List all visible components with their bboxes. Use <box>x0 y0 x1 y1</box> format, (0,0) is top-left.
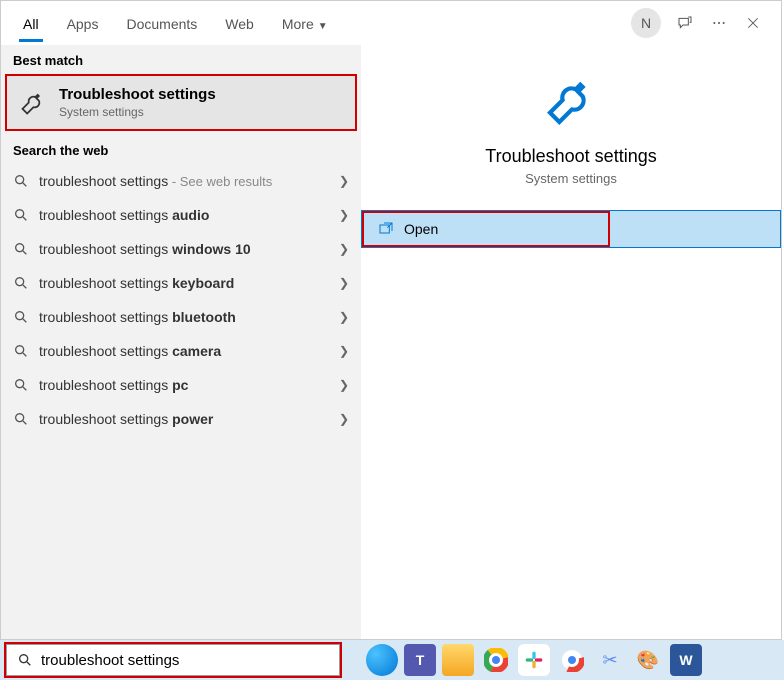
web-result[interactable]: troubleshoot settings bluetooth ❯ <box>1 300 361 334</box>
preview-subtitle: System settings <box>381 171 761 186</box>
close-button[interactable] <box>743 13 763 33</box>
chevron-right-icon: ❯ <box>339 378 349 392</box>
web-result-text: troubleshoot settings camera <box>39 343 329 359</box>
search-icon <box>13 241 29 257</box>
search-window: All Apps Documents Web More▼ N Best matc… <box>0 0 782 640</box>
search-icon <box>13 309 29 325</box>
tab-web[interactable]: Web <box>211 4 268 42</box>
best-match-text: Troubleshoot settings System settings <box>59 86 216 119</box>
taskbar-explorer-icon[interactable] <box>442 644 474 676</box>
results-panel: Best match Troubleshoot settings System … <box>1 45 361 639</box>
web-result-text: troubleshoot settings audio <box>39 207 329 223</box>
web-result-text: troubleshoot settings power <box>39 411 329 427</box>
taskbar-word-icon[interactable]: W <box>670 644 702 676</box>
more-options-icon[interactable] <box>709 13 729 33</box>
tab-all[interactable]: All <box>9 4 53 42</box>
chevron-right-icon: ❯ <box>339 242 349 256</box>
wrench-icon <box>543 73 599 129</box>
web-result[interactable]: troubleshoot settings keyboard ❯ <box>1 266 361 300</box>
open-icon <box>378 221 394 237</box>
search-web-label: Search the web <box>1 135 361 164</box>
web-result-text: troubleshoot settings bluetooth <box>39 309 329 325</box>
web-result-text: troubleshoot settings - See web results <box>39 173 329 189</box>
search-icon <box>13 377 29 393</box>
open-button[interactable]: Open <box>362 211 610 247</box>
chevron-right-icon: ❯ <box>339 208 349 222</box>
web-results-list: troubleshoot settings - See web results ❯… <box>1 164 361 436</box>
taskbar-paint-icon[interactable]: 🎨 <box>632 644 664 676</box>
taskbar-chrome2-icon[interactable] <box>556 644 588 676</box>
web-result[interactable]: troubleshoot settings audio ❯ <box>1 198 361 232</box>
best-match-subtitle: System settings <box>59 105 216 119</box>
web-result-text: troubleshoot settings windows 10 <box>39 241 329 257</box>
preview-title: Troubleshoot settings <box>381 146 761 167</box>
web-result[interactable]: troubleshoot settings - See web results ❯ <box>1 164 361 198</box>
search-icon <box>13 275 29 291</box>
best-match-title: Troubleshoot settings <box>59 86 216 103</box>
chevron-right-icon: ❯ <box>339 174 349 188</box>
action-spacer <box>610 211 780 247</box>
open-label: Open <box>404 221 438 237</box>
search-icon <box>13 343 29 359</box>
web-result[interactable]: troubleshoot settings power ❯ <box>1 402 361 436</box>
action-row: Open <box>361 210 781 248</box>
search-icon <box>13 173 29 189</box>
search-icon <box>13 207 29 223</box>
preview-panel: Troubleshoot settings System settings Op… <box>361 45 781 639</box>
tab-more[interactable]: More▼ <box>268 4 342 42</box>
web-result[interactable]: troubleshoot settings windows 10 ❯ <box>1 232 361 266</box>
web-result-text: troubleshoot settings pc <box>39 377 329 393</box>
best-match-result[interactable]: Troubleshoot settings System settings <box>5 74 357 131</box>
preview-header: Troubleshoot settings System settings <box>361 45 781 210</box>
tab-documents[interactable]: Documents <box>112 4 211 42</box>
chevron-down-icon: ▼ <box>318 21 328 32</box>
web-result[interactable]: troubleshoot settings camera ❯ <box>1 334 361 368</box>
wrench-icon <box>19 89 47 117</box>
taskbar: troubleshoot settings T ✂ 🎨 W <box>0 640 784 680</box>
chevron-right-icon: ❯ <box>339 310 349 324</box>
best-match-label: Best match <box>1 45 361 74</box>
taskbar-edge-icon[interactable] <box>366 644 398 676</box>
search-query: troubleshoot settings <box>41 652 179 669</box>
taskbar-chrome-icon[interactable] <box>480 644 512 676</box>
chevron-right-icon: ❯ <box>339 412 349 426</box>
chevron-right-icon: ❯ <box>339 344 349 358</box>
taskbar-apps: T ✂ 🎨 W <box>366 644 702 676</box>
search-icon <box>13 411 29 427</box>
search-icon <box>17 652 33 668</box>
web-result[interactable]: troubleshoot settings pc ❯ <box>1 368 361 402</box>
taskbar-search[interactable]: troubleshoot settings <box>6 644 340 676</box>
body: Best match Troubleshoot settings System … <box>1 45 781 639</box>
header: All Apps Documents Web More▼ N <box>1 1 781 45</box>
user-avatar[interactable]: N <box>631 8 661 38</box>
taskbar-teams-icon[interactable]: T <box>404 644 436 676</box>
web-result-text: troubleshoot settings keyboard <box>39 275 329 291</box>
chevron-right-icon: ❯ <box>339 276 349 290</box>
taskbar-snip-icon[interactable]: ✂ <box>594 644 626 676</box>
header-actions: N <box>631 8 773 38</box>
feedback-icon[interactable] <box>675 13 695 33</box>
tab-apps[interactable]: Apps <box>53 4 113 42</box>
filter-tabs: All Apps Documents Web More▼ <box>9 4 342 42</box>
taskbar-slack-icon[interactable] <box>518 644 550 676</box>
